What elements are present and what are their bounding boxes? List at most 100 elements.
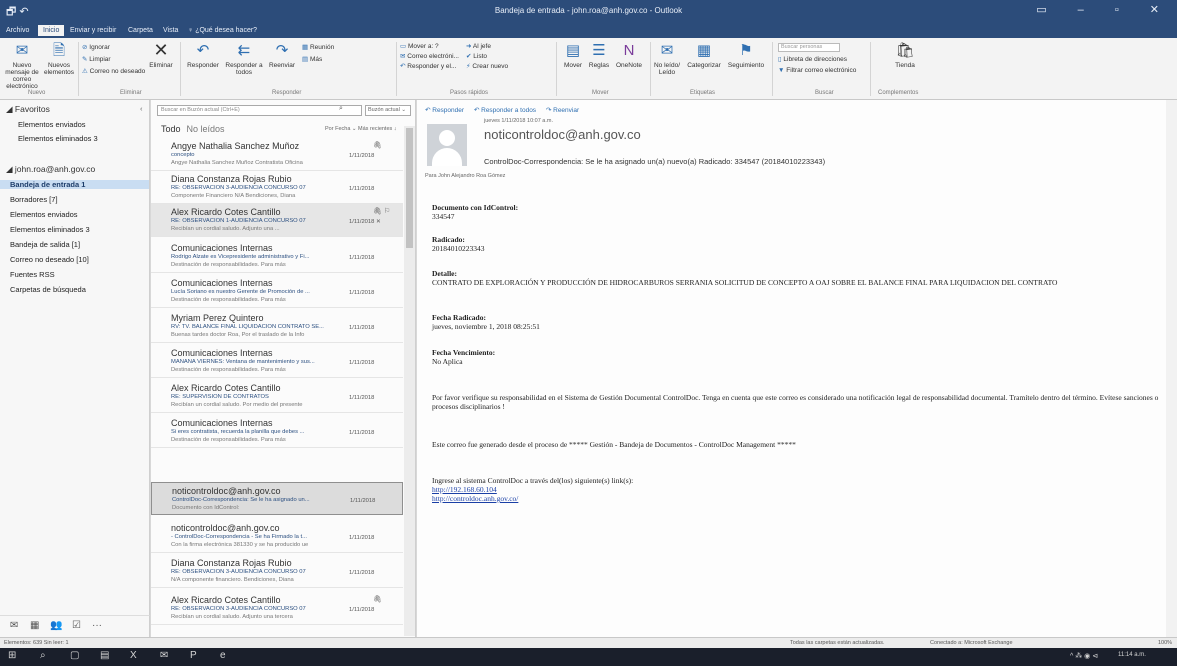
meeting-button[interactable]: ▦ Reunión: [302, 43, 334, 53]
message-item[interactable]: Angye Nathalia Sanchez Muñoz 🖇 concepto …: [151, 138, 403, 171]
controldoc-link-domain[interactable]: http://controldoc.anh.gov.co/: [432, 494, 518, 503]
more-apps-icon[interactable]: ···: [92, 620, 102, 631]
message-item[interactable]: Myriam Perez Quintero RV: TV. BALANCE FI…: [151, 310, 403, 343]
folder-inbox[interactable]: Bandeja de entrada 1: [0, 180, 149, 189]
more-respond-button[interactable]: ▤ Más: [302, 55, 322, 65]
tab-carpeta[interactable]: Carpeta: [128, 27, 153, 34]
quickstep-move-to[interactable]: ▭ Mover a: ?: [400, 42, 439, 52]
followup-button[interactable]: ⚑ Seguimiento: [724, 42, 768, 69]
onenote-button[interactable]: N OneNote: [612, 42, 646, 69]
search-people-input[interactable]: Buscar personas: [778, 43, 840, 52]
message-item[interactable]: Alex Ricardo Cotes Cantillo RE: SUPERVIS…: [151, 380, 403, 413]
new-email-button[interactable]: ✉ Nuevo mensaje de correo electrónico: [2, 42, 42, 90]
rules-button[interactable]: ☰ Reglas: [586, 42, 612, 69]
favorites-header[interactable]: ◢ Favoritos: [6, 104, 50, 115]
message-item[interactable]: noticontroldoc@anh.gov.co - ControlDoc-C…: [151, 520, 403, 553]
search-icon[interactable]: ⌕: [40, 650, 46, 661]
folder-favorite-sent[interactable]: Elementos enviados: [18, 120, 86, 129]
clock[interactable]: 11:14 a.m.: [1118, 652, 1146, 658]
unread-read-label: No leído/ Leído: [653, 62, 681, 76]
folder-sent[interactable]: Elementos enviados: [10, 210, 78, 219]
search-icon[interactable]: ⌕: [339, 105, 343, 113]
address-book-button[interactable]: ▯ Libreta de direcciones: [778, 55, 847, 65]
tasks-icon[interactable]: ☑: [72, 620, 81, 631]
search-input[interactable]: Buscar en Buzón actual (Ctrl+E): [157, 105, 362, 116]
folder-search-folders[interactable]: Carpetas de búsqueda: [10, 285, 86, 294]
tab-inicio[interactable]: Inicio: [38, 25, 65, 36]
reading-reply-all-button[interactable]: ↶ Responder a todos: [474, 107, 536, 114]
window-controls[interactable]: ▭ – ▫ ✕: [1036, 3, 1173, 16]
sort-dropdown[interactable]: Por Fecha ⌄ Más recientes ↓: [325, 126, 397, 132]
forward-button[interactable]: ↷ Reenviar: [264, 42, 300, 69]
quickstep-team-email[interactable]: ✉ Correo electróni...: [400, 52, 459, 62]
excel-icon[interactable]: X: [130, 650, 137, 661]
email-recipient[interactable]: Para John Alejandro Roa Gómez: [425, 173, 505, 179]
filter-email-button[interactable]: ▼ Filtrar correo electrónico: [778, 66, 856, 76]
unread-read-button[interactable]: ✉ No leído/ Leído: [652, 42, 682, 76]
account-header[interactable]: ◢ john.roa@anh.gov.co: [6, 164, 95, 175]
rules-label: Reglas: [588, 62, 610, 69]
system-tray-icons[interactable]: ^ ⁂ ◉ ⊲: [1070, 652, 1098, 660]
message-list-scrollbar[interactable]: [404, 126, 415, 636]
outlook-icon[interactable]: ✉: [160, 650, 168, 661]
tell-me-search[interactable]: ♀ ¿Qué desea hacer?: [188, 27, 257, 34]
search-scope-dropdown[interactable]: Buzón actual ⌄: [365, 105, 411, 116]
folder-deleted[interactable]: Elementos eliminados 3: [10, 225, 90, 234]
folder-junk[interactable]: Correo no deseado [10]: [10, 255, 89, 264]
message-item[interactable]: Alex Ricardo Cotes Cantillo 🖇 ⚐ RE: OBSE…: [151, 204, 403, 237]
message-item[interactable]: Comunicaciones Internas Si eres contrati…: [151, 415, 403, 448]
move-button[interactable]: ▤ Mover: [560, 42, 586, 69]
folder-outbox[interactable]: Bandeja de salida [1]: [10, 240, 80, 249]
collapse-pane-icon[interactable]: ‹: [140, 104, 143, 113]
powerpoint-icon[interactable]: P: [190, 650, 197, 661]
tab-enviar-recibir[interactable]: Enviar y recibir: [70, 27, 116, 34]
tab-archivo[interactable]: Archivo: [6, 27, 29, 34]
new-items-button[interactable]: 🗎 Nuevos elementos: [44, 42, 74, 76]
scrollbar-thumb[interactable]: [406, 128, 413, 248]
people-icon[interactable]: 👥: [50, 620, 62, 631]
zoom-level[interactable]: 100%: [1158, 640, 1172, 646]
calendar-icon[interactable]: ▦: [30, 620, 39, 631]
junk-button[interactable]: ⚠ Correo no deseado: [82, 67, 145, 77]
clean-button[interactable]: ✎ Limpiar: [82, 55, 111, 65]
quickstep-reply-delete[interactable]: ↶ Responder y el...: [400, 62, 456, 72]
sender-avatar[interactable]: [427, 124, 467, 166]
mail-icon[interactable]: ✉: [10, 620, 18, 631]
message-item[interactable]: Diana Constanza Rojas Rubio RE: OBSERVAC…: [151, 171, 403, 204]
store-button[interactable]: 🛍 Tienda: [890, 42, 920, 69]
filter-unread[interactable]: No leídos: [187, 124, 225, 134]
message-preview: Con la firma electrónica 381330 y se ha …: [171, 542, 309, 548]
message-item[interactable]: Diana Constanza Rojas Rubio RE: OBSERVAC…: [151, 555, 403, 588]
folder-favorite-deleted[interactable]: Elementos eliminados 3: [18, 134, 98, 143]
message-item[interactable]: Comunicaciones Internas Rodrigo Alzate e…: [151, 240, 403, 273]
message-item-selected[interactable]: noticontroldoc@anh.gov.co ControlDoc-Cor…: [151, 482, 403, 515]
message-item[interactable]: Alex Ricardo Cotes Cantillo 🖇 RE: OBSERV…: [151, 592, 403, 625]
attachment-flag-icon[interactable]: 🖇 ⚐: [373, 207, 390, 215]
followup-flag-icon: ⚑: [739, 42, 753, 59]
quickstep-to-manager[interactable]: ➜ Al jefe: [466, 42, 491, 52]
reply-button[interactable]: ↶ Responder: [182, 42, 224, 69]
reading-pane-scrollbar[interactable]: [1166, 100, 1177, 637]
ignore-button[interactable]: ⊘ Ignorar: [82, 43, 110, 53]
controldoc-link-ip[interactable]: http://192.168.60.104: [432, 485, 497, 494]
categorize-button[interactable]: ▦ Categorizar: [684, 42, 724, 69]
email-sender[interactable]: noticontroldoc@anh.gov.co: [484, 127, 641, 142]
task-view-icon[interactable]: ▢: [70, 650, 79, 661]
edge-icon[interactable]: e: [220, 650, 226, 661]
folder-rss[interactable]: Fuentes RSS: [10, 270, 55, 279]
quickstep-create-new[interactable]: ⚡ Crear nuevo: [466, 62, 508, 72]
folder-drafts[interactable]: Borradores [7]: [10, 195, 58, 204]
message-item[interactable]: Comunicaciones Internas Lucía Soriano es…: [151, 275, 403, 308]
reading-forward-button[interactable]: ↷ Reenviar: [546, 107, 579, 114]
quickstep-done[interactable]: ✔ Listo: [466, 52, 487, 62]
message-item[interactable]: Comunicaciones Internas MAÑANA VIERNES: …: [151, 345, 403, 378]
reading-reply-button[interactable]: ↶ Responder: [425, 107, 464, 114]
start-icon[interactable]: ⊞: [8, 650, 16, 661]
delete-button[interactable]: ✕ Eliminar: [146, 41, 176, 69]
reply-all-button[interactable]: ⇇ Responder a todos: [224, 42, 264, 76]
filter-all[interactable]: Todo: [161, 124, 181, 134]
tab-vista[interactable]: Vista: [163, 27, 178, 34]
file-explorer-icon[interactable]: ▤: [100, 650, 109, 661]
message-date: 1/11/2018: [349, 325, 375, 331]
message-date: 1/11/2018 ✕: [349, 219, 381, 225]
